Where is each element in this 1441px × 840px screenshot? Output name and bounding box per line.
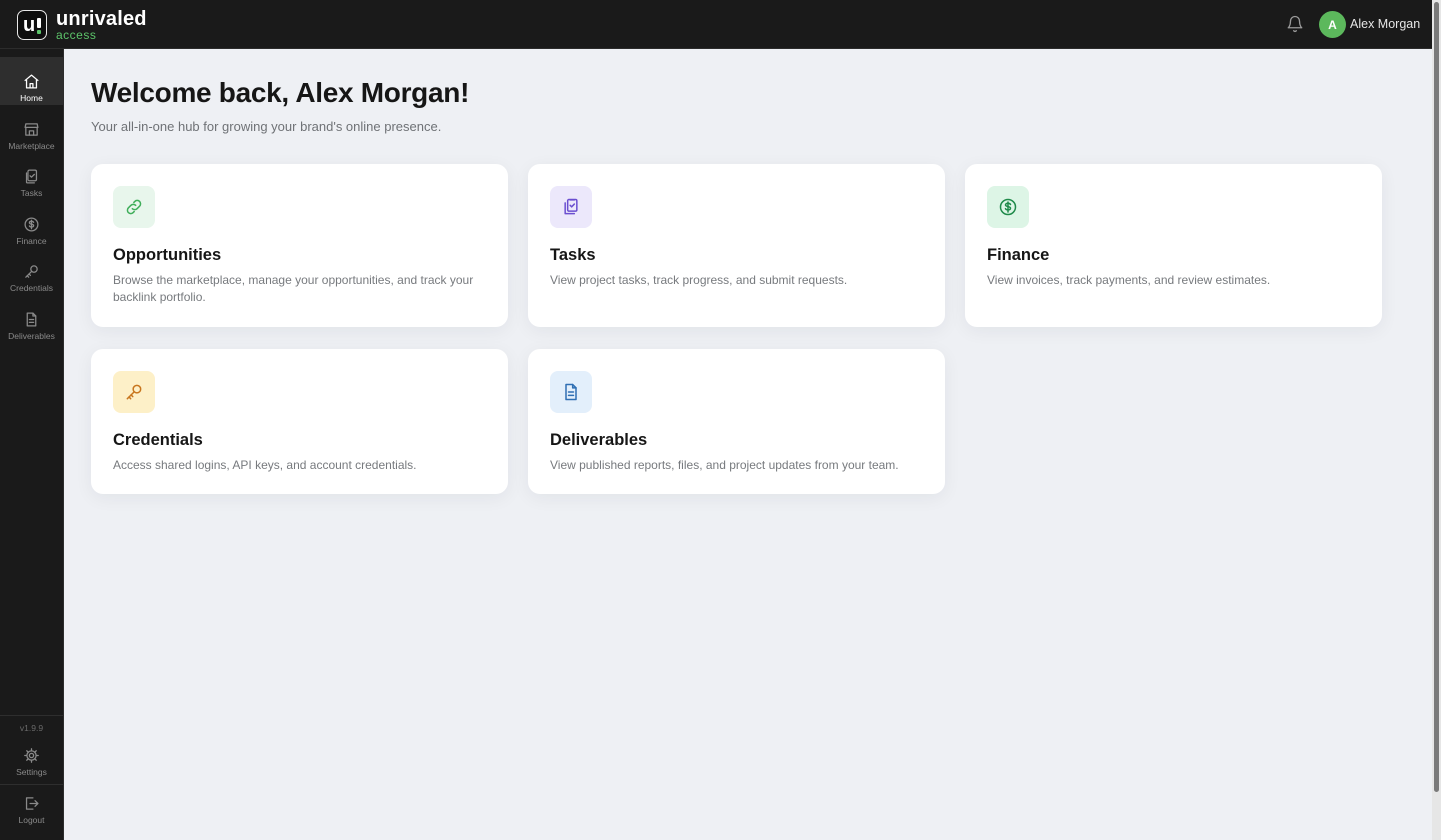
card-title: Deliverables — [550, 431, 648, 449]
home-icon — [24, 74, 39, 89]
scrollbar-thumb[interactable] — [1434, 2, 1439, 792]
user-name[interactable]: Alex Morgan — [1350, 17, 1420, 31]
sidebar-item-label: Settings — [16, 767, 47, 777]
card-description: View invoices, track payments, and revie… — [987, 273, 1271, 287]
sidebar-item-home[interactable]: Home — [0, 57, 63, 105]
card-icon-box — [113, 186, 155, 228]
sidebar-item-label: Deliverables — [8, 331, 55, 341]
link-icon — [126, 199, 142, 215]
sidebar-item-label: Home — [20, 93, 43, 103]
card-title: Tasks — [550, 246, 596, 264]
page-subtitle: Your all-in-one hub for growing your bra… — [91, 119, 442, 134]
store-icon — [24, 123, 39, 136]
sidebar-item-settings[interactable]: Settings — [0, 731, 63, 779]
bell-icon[interactable] — [1286, 15, 1304, 33]
sidebar-item-label: Marketplace — [8, 141, 55, 151]
card-description: View project tasks, track progress, and … — [550, 273, 848, 287]
gear-icon — [24, 748, 39, 763]
sidebar-item-tasks[interactable]: Tasks — [0, 152, 63, 200]
dollar-circle-icon — [999, 198, 1017, 216]
key-icon — [25, 265, 38, 278]
sidebar: Home Marketplace Tasks Finance Credentia… — [0, 49, 64, 840]
dollar-circle-icon — [24, 217, 39, 232]
card-deliverables[interactable]: Deliverables View published reports, fil… — [528, 349, 945, 494]
brand-subname: access — [56, 28, 97, 42]
card-opportunities[interactable]: Opportunities Browse the marketplace, ma… — [91, 164, 508, 327]
main-content: Welcome back, Alex Morgan! Your all-in-o… — [64, 49, 1432, 840]
card-credentials[interactable]: Credentials Access shared logins, API ke… — [91, 349, 508, 494]
clipboard-icon — [25, 169, 38, 184]
card-title: Opportunities — [113, 246, 222, 264]
document-icon — [565, 383, 577, 401]
key-icon — [126, 384, 142, 400]
sidebar-item-credentials[interactable]: Credentials — [0, 247, 63, 295]
sidebar-item-label: Credentials — [10, 283, 53, 293]
page-title: Welcome back, Alex Morgan! — [91, 77, 470, 108]
brand-logo[interactable]: u unrivaled access — [17, 9, 147, 41]
card-description: Browse the marketplace, manage your oppo… — [113, 273, 474, 304]
card-title: Credentials — [113, 431, 203, 449]
card-finance[interactable]: Finance View invoices, track payments, a… — [965, 164, 1382, 327]
card-description: View published reports, files, and proje… — [550, 458, 899, 472]
card-icon-box — [550, 186, 592, 228]
sidebar-divider — [0, 715, 63, 716]
card-description: Access shared logins, API keys, and acco… — [113, 458, 417, 472]
card-tasks[interactable]: Tasks View project tasks, track progress… — [528, 164, 945, 327]
card-icon-box — [113, 371, 155, 413]
document-icon — [26, 312, 37, 327]
avatar[interactable]: A — [1319, 11, 1346, 38]
sidebar-item-label: Finance — [16, 236, 47, 246]
clipboard-check-icon — [564, 198, 578, 215]
top-bar: u unrivaled access A Alex Morgan — [0, 0, 1441, 49]
sidebar-item-label: Tasks — [20, 188, 43, 198]
brand-name: unrivaled — [56, 8, 147, 30]
logout-icon — [25, 797, 39, 810]
logo-mark-icon: u — [17, 10, 47, 40]
card-title: Finance — [987, 246, 1050, 264]
card-icon-box — [987, 186, 1029, 228]
card-icon-box — [550, 371, 592, 413]
sidebar-item-deliverables[interactable]: Deliverables — [0, 295, 63, 343]
sidebar-item-label: Logout — [18, 815, 45, 825]
sidebar-item-marketplace[interactable]: Marketplace — [0, 105, 63, 153]
sidebar-item-logout[interactable]: Logout — [0, 779, 63, 827]
sidebar-item-finance[interactable]: Finance — [0, 200, 63, 248]
